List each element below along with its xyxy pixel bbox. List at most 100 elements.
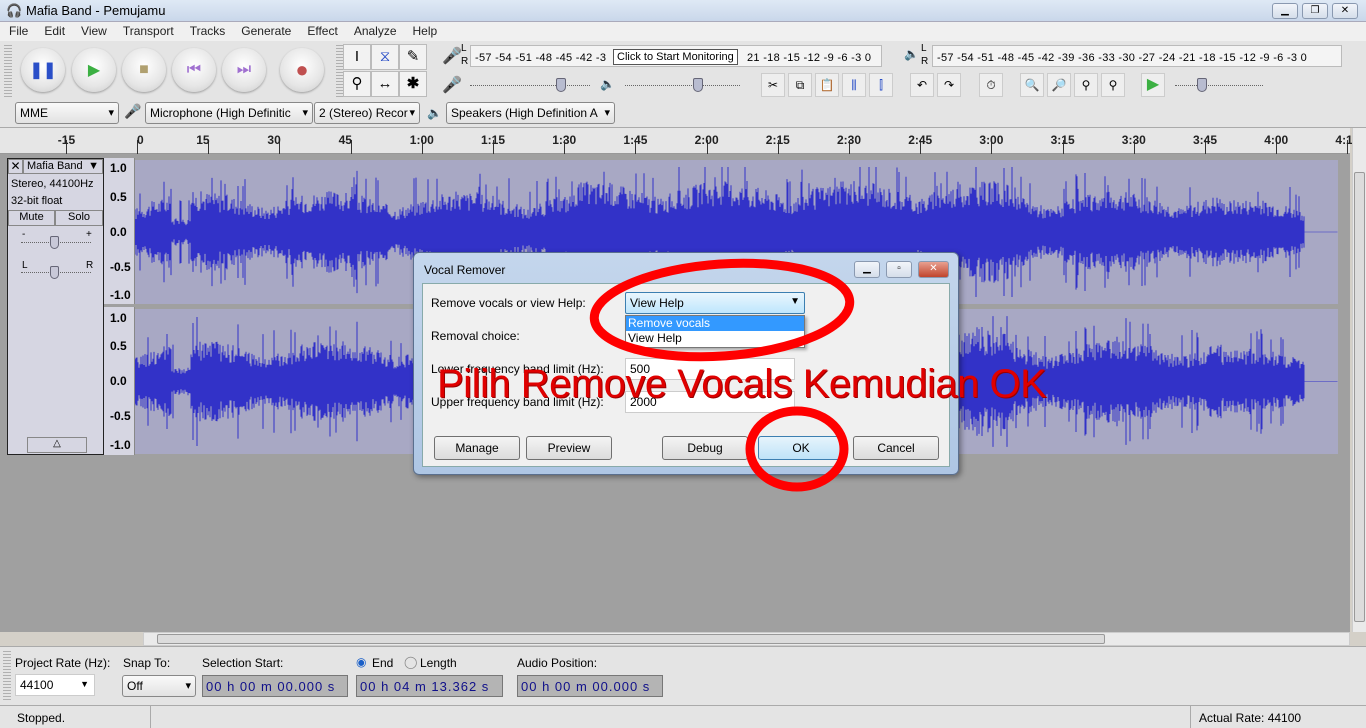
timeshift-tool[interactable]: ↔ — [371, 71, 399, 97]
paste-button[interactable]: 📋 — [815, 73, 839, 97]
option-remove-vocals[interactable]: Remove vocals — [626, 316, 804, 331]
audio-position-time[interactable]: 00 h 00 m 00.000 s — [517, 675, 663, 697]
project-rate-select[interactable]: 44100 ▼ — [15, 674, 95, 696]
selection-toolbar-grip[interactable] — [3, 651, 11, 701]
output-volume-slider[interactable] — [625, 85, 740, 86]
play-icon: ▶ — [87, 62, 101, 79]
selection-start-time[interactable]: 00 h 00 m 00.000 s — [202, 675, 348, 697]
track-menu-button[interactable]: Mafia Band ▼ — [23, 159, 103, 174]
ruler-label: 3:45 — [1193, 133, 1218, 147]
close-button[interactable]: ✕ — [1332, 3, 1358, 19]
vertical-scale-right[interactable]: 1.0 0.5 0.0 -0.5 -1.0 — [104, 307, 135, 455]
cancel-button[interactable]: Cancel — [853, 436, 939, 460]
zoom-out-button[interactable]: 🔎 — [1047, 73, 1071, 97]
scale-label: -1.0 — [110, 438, 131, 452]
minimize-button[interactable]: ▁ — [1272, 3, 1298, 19]
horizontal-scrollbar[interactable] — [143, 632, 1350, 646]
menu-edit[interactable]: Edit — [35, 22, 72, 41]
pause-button[interactable]: ❚❚ — [21, 48, 65, 92]
redo-button[interactable]: ↷ — [937, 73, 961, 97]
playback-meter[interactable]: -57 -54 -51 -48 -45 -42 -39 -36 -33 -30 … — [932, 45, 1342, 67]
vertical-scrollbar[interactable] — [1352, 128, 1366, 632]
zoom-out-icon: 🔎 — [1051, 78, 1067, 92]
stop-button[interactable]: ■ — [122, 48, 166, 92]
gain-slider-thumb[interactable] — [50, 236, 59, 249]
close-track-button[interactable]: ✕ — [8, 159, 23, 174]
dialog-close-button[interactable]: ✕ — [918, 261, 949, 278]
title-bar: 🎧 Mafia Band - Pemujamu ▁ ❐ ✕ — [0, 0, 1366, 22]
ruler-label: 1:45 — [623, 133, 648, 147]
horizontal-scroll-thumb[interactable] — [157, 634, 1105, 644]
skip-end-button[interactable]: ⏭ — [222, 48, 266, 92]
play-speed-thumb[interactable] — [1197, 78, 1207, 92]
vertical-scale-left[interactable]: 1.0 0.5 0.0 -0.5 -1.0 — [104, 158, 135, 304]
snap-to-select[interactable]: Off — [122, 675, 196, 697]
pan-slider-thumb[interactable] — [50, 266, 59, 279]
draw-tool[interactable]: ✎ — [399, 44, 427, 70]
playback-meter-speaker-icon[interactable]: 🔈 — [904, 47, 919, 61]
restore-button[interactable]: ❐ — [1302, 3, 1328, 19]
menu-analyze[interactable]: Analyze — [345, 22, 404, 41]
menu-effect[interactable]: Effect — [298, 22, 344, 41]
play-button[interactable]: ▶ — [72, 48, 116, 92]
preview-button[interactable]: Preview — [526, 436, 612, 460]
ruler-label: 45 — [338, 133, 352, 147]
record-meter-mic-icon[interactable]: 🎤 — [442, 46, 462, 66]
debug-button[interactable]: Debug — [662, 436, 748, 460]
recording-device-select[interactable]: Microphone (High Definitic — [145, 102, 313, 124]
menu-generate[interactable]: Generate — [232, 22, 298, 41]
silence-button[interactable]: ⫿ — [869, 73, 893, 97]
ok-button[interactable]: OK — [758, 436, 844, 460]
input-volume-slider[interactable] — [470, 85, 590, 86]
ruler-label: 15 — [196, 133, 210, 147]
undo-button[interactable]: ↶ — [910, 73, 934, 97]
dialog-minimize-button[interactable]: ▁ — [854, 261, 880, 278]
recording-channels-select[interactable]: 2 (Stereo) Recor — [314, 102, 420, 124]
end-radio[interactable]: ◉ — [356, 655, 366, 669]
skip-start-button[interactable]: ⏮ — [172, 48, 216, 92]
menu-transport[interactable]: Transport — [114, 22, 181, 41]
fit-selection-button[interactable]: ⚲ — [1074, 73, 1098, 97]
selection-start-label: Selection Start: — [202, 656, 284, 670]
timeline-ruler[interactable]: -15 0 15 30 45 1:00 1:15 1:30 1:45 2:00 2:15 2:30 2:… — [0, 128, 1359, 154]
playback-device-select[interactable]: Speakers (High Definition A — [446, 102, 615, 124]
length-radio[interactable]: ◯ — [404, 655, 417, 669]
menu-file[interactable]: File — [0, 22, 35, 41]
selection-end-time[interactable]: 00 h 04 m 13.362 s — [356, 675, 503, 697]
solo-button[interactable]: Solo — [55, 210, 103, 226]
menu-view[interactable]: View — [72, 22, 114, 41]
scale-label: 0.0 — [110, 374, 127, 388]
project-rate-label: Project Rate (Hz): — [15, 656, 111, 670]
multi-tool[interactable]: ✱ — [399, 71, 427, 97]
mute-button[interactable]: Mute — [8, 210, 55, 226]
input-volume-thumb[interactable] — [556, 78, 566, 92]
ruler-label: 2:00 — [694, 133, 719, 147]
sync-lock-button[interactable]: ⏱ — [979, 73, 1003, 97]
collapse-track-button[interactable]: △ — [27, 437, 87, 453]
envelope-tool[interactable]: ⧖ — [371, 44, 399, 70]
menu-help[interactable]: Help — [404, 22, 445, 41]
play-speed-slider[interactable] — [1175, 85, 1263, 86]
fit-project-button[interactable]: ⚲ — [1101, 73, 1125, 97]
selection-tool[interactable]: I — [343, 44, 371, 70]
fit-selection-icon: ⚲ — [1081, 78, 1091, 92]
play-at-speed-button[interactable]: ▶ — [1141, 73, 1165, 97]
host-select[interactable]: MME — [15, 102, 119, 124]
option-view-help[interactable]: View Help — [626, 331, 804, 346]
manage-button[interactable]: Manage — [434, 436, 520, 460]
toolbar-grip[interactable] — [4, 45, 12, 99]
ruler-label: 2:30 — [837, 133, 862, 147]
dialog-maximize-button[interactable]: ▫ — [886, 261, 912, 278]
silence-icon: ⫿ — [879, 78, 883, 92]
zoom-in-button[interactable]: 🔍 — [1020, 73, 1044, 97]
trim-button[interactable]: ⫼ — [842, 73, 866, 97]
output-volume-thumb[interactable] — [693, 78, 703, 92]
meter-l-label: L — [921, 43, 927, 54]
cut-button[interactable]: ✂ — [761, 73, 785, 97]
menu-tracks[interactable]: Tracks — [181, 22, 233, 41]
mode-select[interactable]: View Help ▼ — [625, 292, 805, 314]
zoom-tool[interactable]: ⚲ — [343, 71, 371, 97]
copy-button[interactable]: ⧉ — [788, 73, 812, 97]
record-button[interactable]: ● — [280, 48, 324, 92]
vertical-scroll-thumb[interactable] — [1354, 172, 1365, 622]
